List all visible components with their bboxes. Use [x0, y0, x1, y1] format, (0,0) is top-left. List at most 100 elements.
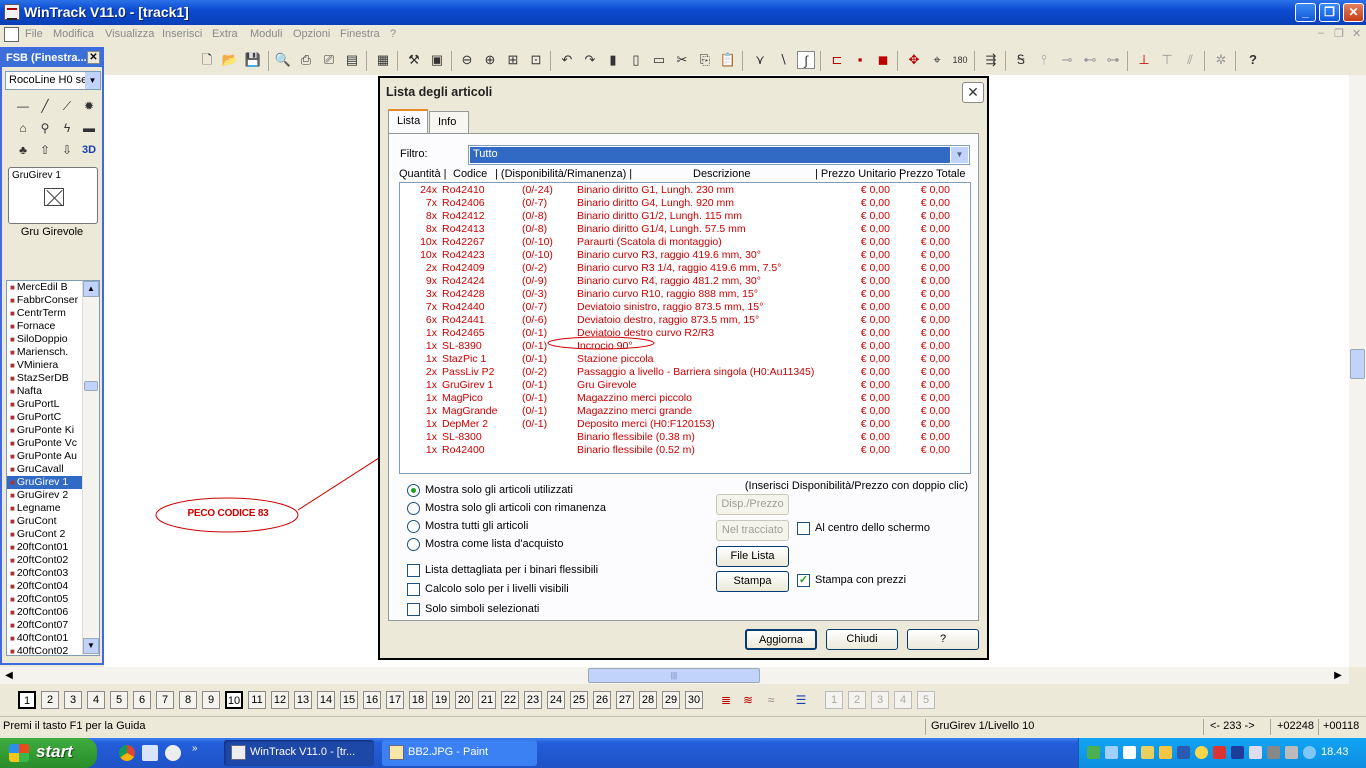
list-item[interactable]: GruCont — [7, 515, 83, 528]
chrome-icon[interactable] — [119, 745, 135, 761]
app-icon[interactable] — [4, 4, 20, 20]
table-row[interactable]: 7x Ro42406 (0/-7) Binario diritto G4, Lungh… — [400, 197, 968, 210]
tray-app-icon[interactable] — [1213, 746, 1226, 759]
radio-indicator[interactable] — [407, 538, 420, 551]
level-button[interactable]: 19 — [432, 691, 450, 709]
turntable-icon[interactable]: ✹ — [80, 97, 98, 115]
symbol-list-scrollbar[interactable]: ▲ ▼ — [82, 281, 99, 655]
sublevel-button[interactable]: 2 — [848, 691, 866, 709]
menu-opzioni[interactable]: Opzioni — [293, 28, 330, 40]
save-icon[interactable]: 💾 — [244, 51, 262, 69]
dialog-close-icon[interactable]: ✕ — [962, 82, 984, 103]
start-button[interactable]: start — [0, 738, 97, 768]
tray-app-icon[interactable] — [1105, 746, 1118, 759]
explorer-icon[interactable] — [142, 745, 158, 761]
checkbox[interactable] — [407, 583, 420, 596]
maximize-button[interactable]: ❐ — [1319, 3, 1340, 22]
scroll-left-icon[interactable]: ◀ — [2, 668, 16, 683]
ramp-icon[interactable]: ⫽ — [1181, 51, 1199, 69]
tray-app-icon[interactable] — [1267, 746, 1280, 759]
list-item[interactable]: 20ftCont06 — [7, 606, 83, 619]
table-row[interactable]: 1x DepMer 2 (0/-1) Deposito merci (H0:F1201… — [400, 418, 968, 431]
curve-track-icon[interactable]: ╱ — [36, 97, 54, 115]
list-item[interactable]: GruCont 2 — [7, 528, 83, 541]
chevron-down-icon[interactable]: ▼ — [951, 147, 968, 163]
symbol-list[interactable]: MercEdil BFabbrConserCentrTermFornaceSil… — [6, 280, 100, 656]
extend-icon[interactable]: ⊷ — [1081, 51, 1099, 69]
draw-line-icon[interactable]: ∫ — [797, 51, 815, 69]
list-item[interactable]: 20ftCont05 — [7, 593, 83, 606]
height-icon[interactable]: ⊥ — [1135, 51, 1153, 69]
align-icon[interactable]: ⌖ — [928, 51, 946, 69]
articles-list[interactable]: 24x Ro42410 (0/-24) Binario diritto G1, Lun… — [399, 182, 971, 474]
level-button[interactable]: 23 — [524, 691, 542, 709]
level-button[interactable]: 29 — [662, 691, 680, 709]
sublevel-button[interactable]: 1 — [825, 691, 843, 709]
table-row[interactable]: 24x Ro42410 (0/-24) Binario diritto G1, Lun… — [400, 184, 968, 197]
panel-close-button[interactable]: ✕ — [87, 51, 100, 64]
list-item[interactable]: CentrTerm — [7, 307, 83, 320]
signal-icon[interactable]: ⚲ — [36, 119, 54, 137]
aggiorna-button[interactable]: Aggiorna — [745, 629, 817, 650]
table-row[interactable]: 1x MagPico (0/-1) Magazzino merci piccolo € … — [400, 392, 968, 405]
chevron-down-icon[interactable]: ▼ — [85, 72, 100, 89]
level-button[interactable]: 8 — [179, 691, 197, 709]
checkbox-checked[interactable]: ✓ — [797, 574, 810, 587]
horizontal-scroll-thumb[interactable]: ||| — [588, 668, 760, 683]
context-help-icon[interactable]: ? — [1244, 51, 1262, 69]
level-button[interactable]: 18 — [409, 691, 427, 709]
layer-manager-icon[interactable]: ☰ — [793, 692, 809, 708]
new-file-icon[interactable]: 🗋 — [198, 51, 216, 69]
shorten-icon[interactable]: ⊶ — [1104, 51, 1122, 69]
table-row[interactable]: 9x Ro42424 (0/-9) Binario curvo R4, raggio … — [400, 275, 968, 288]
split-icon[interactable]: ⫯ — [1035, 51, 1053, 69]
rotate-180-icon[interactable]: 180 — [951, 51, 969, 69]
list-item[interactable]: VMiniera — [7, 359, 83, 372]
canvas-vertical-scrollbar[interactable] — [1349, 75, 1366, 667]
task-paint[interactable]: BB2.JPG - Paint — [382, 740, 537, 766]
list-item[interactable]: GruGirev 2 — [7, 489, 83, 502]
building-icon[interactable]: ⌂ — [14, 119, 32, 137]
table-row[interactable]: 8x Ro42412 (0/-8) Binario diritto G1/2, Lun… — [400, 210, 968, 223]
document-icon[interactable] — [4, 27, 19, 42]
table-row[interactable]: 1x Ro42465 (0/-1) Deviatoio destro curvo R2… — [400, 327, 968, 340]
tab-info[interactable]: Info — [429, 111, 469, 133]
tools-icon[interactable]: ⚒ — [405, 51, 423, 69]
tray-app-icon[interactable] — [1141, 746, 1154, 759]
landscape-icon[interactable]: ▣ — [428, 51, 446, 69]
table-row[interactable]: 2x PassLiv P2 (0/-2) Passaggio a livello - … — [400, 366, 968, 379]
settings-icon[interactable]: ✲ — [1212, 51, 1230, 69]
delete-icon[interactable]: ▮ — [604, 51, 622, 69]
checkbox[interactable] — [407, 564, 420, 577]
vertical-scroll-thumb[interactable] — [1350, 349, 1365, 379]
volume-icon[interactable] — [1285, 746, 1298, 759]
electric-icon[interactable]: ϟ — [58, 119, 76, 137]
level-button[interactable]: 10 — [225, 691, 243, 709]
flex-track-icon[interactable]: ∖ — [774, 51, 792, 69]
sublevel-button[interactable]: 3 — [871, 691, 889, 709]
scroll-down-icon[interactable]: ▼ — [83, 638, 99, 654]
level-button[interactable]: 13 — [294, 691, 312, 709]
turnout-icon[interactable]: ⟋ — [58, 97, 76, 115]
menu-moduli[interactable]: Moduli — [250, 28, 282, 40]
paste-icon[interactable]: 📋 — [719, 51, 737, 69]
undo-icon[interactable]: ↶ — [558, 51, 576, 69]
layers-stack-icon[interactable]: ≣ — [718, 692, 734, 708]
list-item[interactable]: Fornace — [7, 320, 83, 333]
text-tool-icon[interactable]: Ꭶ — [1012, 51, 1030, 69]
table-row[interactable]: 1x GruGirev 1 (0/-1) Gru Girevole € 0,00 € 0,… — [400, 379, 968, 392]
join-icon[interactable]: ⊸ — [1058, 51, 1076, 69]
zoom-fit-icon[interactable]: ⊡ — [527, 51, 545, 69]
sublevel-button[interactable]: 5 — [917, 691, 935, 709]
file-lista-button[interactable]: File Lista — [716, 546, 789, 567]
level-button[interactable]: 25 — [570, 691, 588, 709]
tree-icon[interactable]: ♣ — [14, 141, 32, 159]
radio-indicator[interactable] — [407, 520, 420, 533]
tray-app-icon[interactable] — [1123, 746, 1136, 759]
blocks-icon[interactable]: ◼ — [874, 51, 892, 69]
media-player-icon[interactable] — [165, 745, 181, 761]
level-button[interactable]: 1 — [18, 691, 36, 709]
cut-icon[interactable]: ✂ — [673, 51, 691, 69]
list-item[interactable]: 20ftCont04 — [7, 580, 83, 593]
sublevel-button[interactable]: 4 — [894, 691, 912, 709]
